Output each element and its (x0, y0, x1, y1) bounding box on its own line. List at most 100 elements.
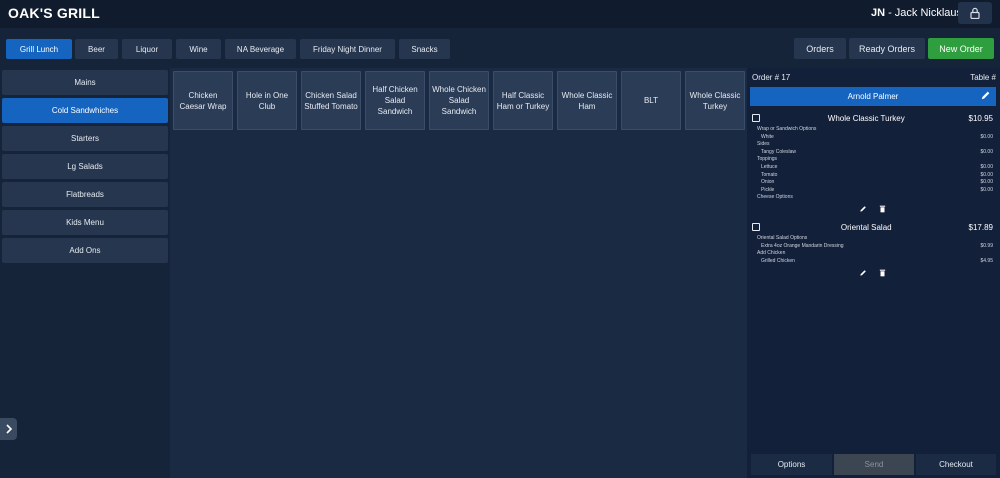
edit-line-button[interactable] (859, 268, 867, 277)
order-number: Order # 17 (752, 73, 791, 82)
order-header: Order # 17 Table # (752, 73, 996, 82)
modifier-price: $0.00 (980, 133, 993, 140)
modifier-option: Lettuce $0.00 (752, 164, 993, 172)
menu-item-button[interactable]: Whole Classic Turkey (685, 71, 745, 130)
modifier-list: Oriental Salad Options Extra 4oz Orange … (752, 235, 993, 265)
modifier-price: $4.95 (980, 257, 993, 264)
modifier-label: Sides (757, 141, 770, 148)
delete-line-button[interactable] (879, 205, 886, 214)
subcategory-item[interactable]: Kids Menu (2, 210, 168, 235)
menu-item-button[interactable]: Chicken Salad Stuffed Tomato (301, 71, 361, 130)
modifier-option: White $0.00 (752, 134, 993, 142)
expand-panel-button[interactable] (0, 418, 17, 440)
pencil-icon[interactable] (980, 90, 991, 101)
line-actions (752, 268, 993, 277)
modifier-price: $0.00 (980, 171, 993, 178)
order-line: Oriental Salad $17.89 Oriental Salad Opt… (752, 221, 993, 277)
category-bar: Grill Lunch Beer Liquor Wine NA Beverage… (0, 28, 1000, 68)
line-item-price: $10.95 (968, 113, 993, 123)
customer-name: Arnold Palmer (847, 92, 899, 101)
modifier-group: Toppings (752, 156, 993, 164)
category-tab[interactable]: Liquor (122, 39, 172, 59)
user-name: - Jack Nicklaus (888, 7, 963, 19)
line-item-price: $17.89 (968, 222, 993, 232)
modifier-price: $0.99 (980, 242, 993, 249)
line-item-name: Oriental Salad (840, 222, 892, 232)
new-order-button[interactable]: New Order (928, 38, 994, 59)
order-line: Whole Classic Turkey $10.95 Wrap or Sand… (752, 112, 993, 214)
modifier-group: Wrap or Sandwich Options (752, 126, 993, 134)
app-header: OAK'S GRILL JN - Jack Nicklaus (0, 0, 1000, 28)
modifier-option: Tomato $0.00 (752, 172, 993, 180)
subcategory-item[interactable]: Mains (2, 70, 168, 95)
lock-button[interactable] (958, 2, 992, 24)
user-initials: JN (871, 7, 886, 19)
customer-name-bar[interactable]: Arnold Palmer (750, 87, 996, 106)
modifier-group: Oriental Salad Options (752, 235, 993, 243)
line-actions (752, 205, 993, 214)
category-tab[interactable]: Grill Lunch (6, 39, 72, 59)
subcategory-item[interactable]: Cold Sandwhiches (2, 98, 168, 123)
line-item-name: Whole Classic Turkey (827, 113, 905, 123)
modifier-group: Cheese Options (752, 194, 993, 202)
ready-orders-button[interactable]: Ready Orders (849, 38, 925, 59)
trash-icon (879, 206, 886, 213)
modifier-label: White (761, 133, 774, 140)
modifier-price: $0.00 (980, 179, 993, 186)
modifier-option: Extra 4oz Orange Mandarin Dressing $0.99 (752, 243, 993, 251)
menu-item-button[interactable]: Hole in One Club (237, 71, 297, 130)
subcategory-item[interactable]: Lg Salads (2, 154, 168, 179)
options-button[interactable]: Options (751, 454, 832, 475)
order-panel: Order # 17 Table # Arnold Palmer Whole C… (747, 68, 1000, 478)
modifier-option: Grilled Chicken $4.95 (752, 258, 993, 266)
modifier-price: $0.00 (980, 163, 993, 170)
modifier-group: Sides (752, 141, 993, 149)
category-tab[interactable]: Friday Night Dinner (300, 39, 395, 59)
send-button[interactable]: Send (834, 454, 914, 475)
menu-item-button[interactable]: BLT (621, 71, 681, 130)
pencil-icon (860, 206, 866, 213)
menu-item-button[interactable]: Chicken Caesar Wrap (173, 71, 233, 130)
line-checkbox[interactable] (752, 114, 760, 122)
modifier-label: Lettuce (761, 163, 778, 170)
modifier-label: Tomato (761, 171, 778, 178)
orders-button[interactable]: Orders (794, 38, 846, 59)
category-tab[interactable]: Beer (75, 39, 118, 59)
menu-item-button[interactable]: Half Chicken Salad Sandwich (365, 71, 425, 130)
modifier-label: Oriental Salad Options (757, 235, 808, 241)
subcategory-item[interactable]: Add Ons (2, 238, 168, 263)
menu-item-button[interactable]: Half Classic Ham or Turkey (493, 71, 553, 130)
modifier-option: Onion $0.00 (752, 179, 993, 187)
menu-item-grid: Chicken Caesar Wrap Hole in One Club Chi… (170, 68, 747, 478)
chevron-right-icon (5, 424, 12, 434)
brand-logo: OAK'S GRILL (8, 5, 100, 21)
modifier-label: Grilled Chicken (761, 257, 795, 264)
checkout-button[interactable]: Checkout (916, 454, 996, 475)
modifier-option: Tangy Coleslaw $0.00 (752, 149, 993, 157)
modifier-group: Add Chicken (752, 250, 993, 258)
modifier-label: Pickle (761, 186, 775, 193)
modifier-label: Add Chicken (757, 250, 786, 257)
category-tab[interactable]: Wine (176, 39, 221, 59)
lock-icon (970, 7, 980, 19)
menu-area: Mains Cold Sandwhiches Starters Lg Salad… (0, 68, 747, 478)
table-number[interactable]: Table # (970, 73, 996, 82)
modifier-price: $0.00 (980, 148, 993, 155)
menu-item-button[interactable]: Whole Chicken Salad Sandwich (429, 71, 489, 130)
subcategory-item[interactable]: Starters (2, 126, 168, 151)
order-footer: Options Send Checkout (747, 454, 1000, 478)
modifier-option: Pickle $0.00 (752, 187, 993, 195)
edit-line-button[interactable] (859, 205, 867, 214)
category-tab[interactable]: Snacks (399, 39, 450, 59)
delete-line-button[interactable] (879, 268, 886, 277)
trash-icon (879, 269, 886, 277)
category-tab[interactable]: NA Beverage (225, 39, 296, 59)
modifier-label: Onion (761, 179, 775, 186)
modifier-label: Tangy Coleslaw (761, 148, 797, 155)
line-checkbox[interactable] (752, 223, 760, 231)
modifier-label: Toppings (757, 156, 778, 163)
menu-item-button[interactable]: Whole Classic Ham (557, 71, 617, 130)
modifier-list: Wrap or Sandwich Options White $0.00 Side… (752, 126, 993, 202)
subcategory-item[interactable]: Flatbreads (2, 182, 168, 207)
modifier-label: Wrap or Sandwich Options (757, 126, 817, 132)
